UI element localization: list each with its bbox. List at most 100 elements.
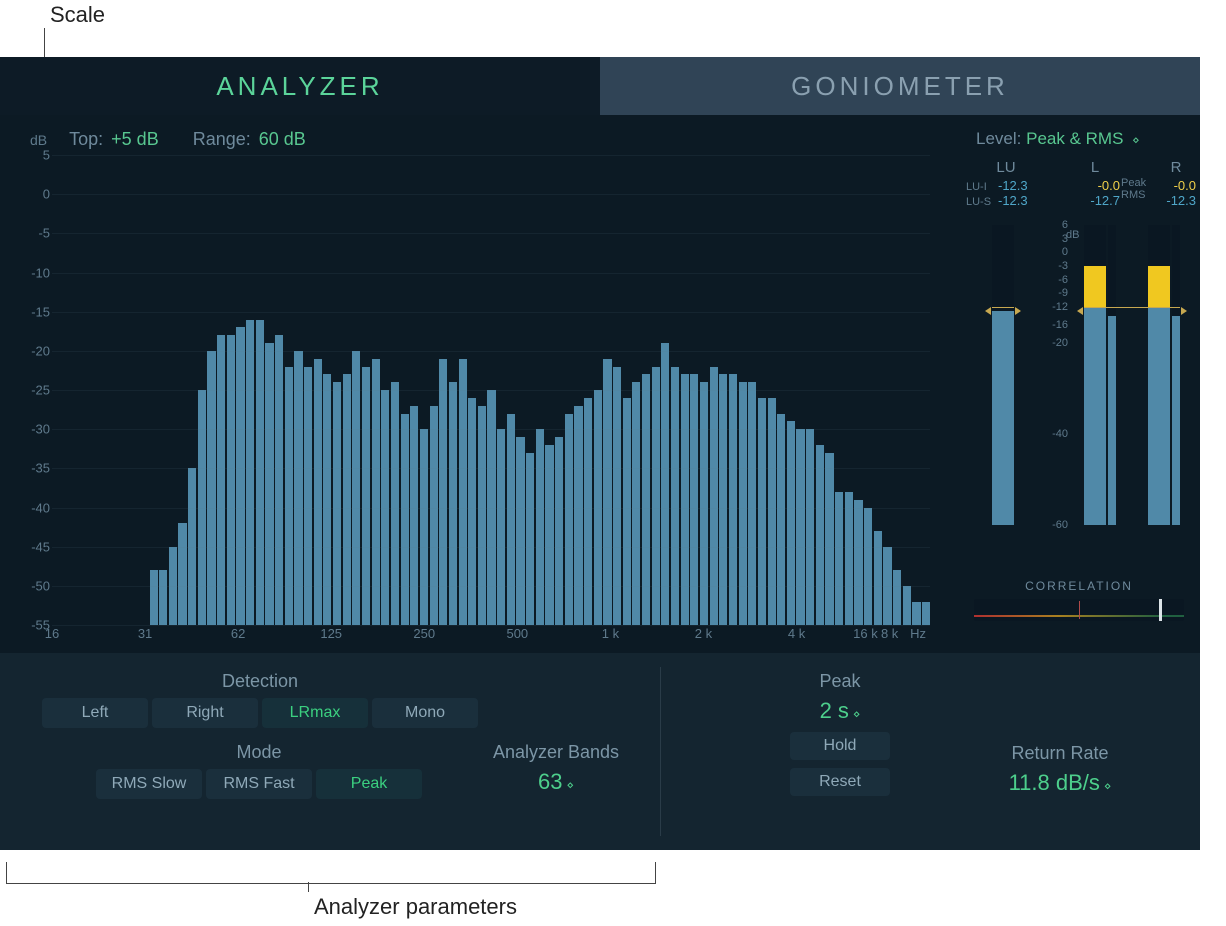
spectrum-bar — [526, 453, 534, 625]
spectrum-bar — [777, 414, 785, 626]
spectrum-bar — [903, 586, 911, 625]
spectrum-bar — [825, 453, 833, 625]
left-meter[interactable] — [1084, 225, 1106, 525]
mode-option-rms-slow[interactable]: RMS Slow — [96, 769, 202, 799]
y-tick: -5 — [2, 226, 50, 241]
mode-option-rms-fast[interactable]: RMS Fast — [206, 769, 312, 799]
db-unit-label: dB — [30, 132, 47, 148]
y-tick: 5 — [2, 148, 50, 163]
level-meters-area: Level: Peak & RMS ⋄ LU LU-I-12.3 LU-S-12… — [966, 115, 1200, 653]
spectrum-bar — [401, 414, 409, 626]
l-rms-value: -12.7 — [1070, 193, 1120, 208]
lm-tick: -12 — [1052, 301, 1068, 313]
range-label: Range: — [193, 129, 251, 150]
spectrum-bar — [236, 327, 244, 625]
lm-tick: -20 — [1052, 337, 1068, 349]
mode-segment: RMS SlowRMS FastPeak — [96, 769, 422, 799]
spectrum-bar — [893, 570, 901, 625]
bands-value[interactable]: 63⋄ — [462, 769, 650, 795]
spectrum-bar — [352, 351, 360, 625]
return-rate-value[interactable]: 11.8 dB/s⋄ — [960, 770, 1160, 796]
detection-segment: LeftRightLRmaxMono — [40, 698, 480, 728]
spectrum-bar — [758, 398, 766, 625]
level-value[interactable]: Peak & RMS — [1026, 129, 1123, 148]
spectrum-bar — [864, 508, 872, 626]
lm-tick: -9 — [1058, 287, 1068, 299]
lu-meter[interactable] — [992, 225, 1014, 525]
spectrum-bar — [246, 320, 254, 626]
updown-icon: ⋄ — [566, 778, 574, 792]
hz-label: Hz — [910, 626, 926, 641]
reset-button[interactable]: Reset — [790, 768, 890, 796]
right-meter-rms-fill — [1172, 316, 1180, 525]
detection-option-lrmax[interactable]: LRmax — [262, 698, 368, 728]
left-meter-rms[interactable] — [1108, 225, 1116, 525]
lu-i-label: LU-I — [966, 181, 992, 193]
spectrum-bar — [806, 429, 814, 625]
spectrum-bar — [739, 382, 747, 625]
analyzer-header: dB Top: +5 dB Range: 60 dB — [0, 115, 950, 155]
correlation-meter[interactable] — [974, 599, 1184, 621]
spectrum-bar — [874, 531, 882, 625]
lm-tick: 6 — [1062, 219, 1068, 231]
marker-triangle-right-icon — [1181, 307, 1187, 315]
analyzer-area: dB Top: +5 dB Range: 60 dB 50-5-10-15-20… — [0, 115, 950, 653]
spectrum-bar — [661, 343, 669, 625]
l-peak-value: -0.0 — [1070, 178, 1120, 193]
spectrum-bar — [768, 398, 776, 625]
spectrum-bar — [333, 382, 341, 625]
left-meter-fill — [1084, 307, 1106, 525]
y-tick: -55 — [2, 618, 50, 633]
params-left: Detection LeftRightLRmaxMono Mode RMS Sl… — [0, 653, 660, 850]
lm-tick: 3 — [1062, 233, 1068, 245]
correlation-block: CORRELATION — [966, 579, 1192, 633]
x-tick: 16 k — [853, 626, 878, 641]
annotation-scale: Scale — [50, 2, 105, 28]
spectrum-bar — [681, 374, 689, 625]
lu-s-value: -12.3 — [998, 193, 1028, 208]
lu-s-label: LU-S — [966, 196, 992, 208]
right-meter[interactable] — [1148, 225, 1170, 525]
lm-tick: -16 — [1052, 319, 1068, 331]
left-column: L -0.0 -12.7 — [1070, 159, 1120, 208]
y-tick: -45 — [2, 539, 50, 554]
spectrum-bar — [178, 523, 186, 625]
lu-header: LU — [966, 159, 1046, 176]
rms-row-label: RMS — [1121, 189, 1155, 201]
level-meters: dB 630-3-6-9-12-16-20-40-60 — [966, 225, 1200, 555]
x-tick: 250 — [413, 626, 435, 641]
multimeter-plugin: ANALYZER GONIOMETER dB Top: +5 dB Range:… — [0, 57, 1200, 850]
lu-meter-marker — [992, 307, 1014, 308]
detection-option-left[interactable]: Left — [42, 698, 148, 728]
right-meter-rms[interactable] — [1172, 225, 1180, 525]
spectrum-bar — [507, 414, 515, 626]
parameters-section: Detection LeftRightLRmaxMono Mode RMS Sl… — [0, 653, 1200, 850]
spectrum-bar — [787, 421, 795, 625]
annotation-params-tail — [308, 882, 309, 892]
mode-label: Mode — [96, 742, 422, 763]
y-scale[interactable]: 50-5-10-15-20-25-30-35-40-45-50-55 — [0, 155, 52, 625]
top-value[interactable]: +5 dB — [111, 129, 159, 150]
spectrum-plot[interactable] — [52, 155, 930, 625]
updown-icon[interactable]: ⋄ — [1132, 133, 1139, 147]
detection-option-mono[interactable]: Mono — [372, 698, 478, 728]
spectrum-bar — [430, 406, 438, 625]
spectrum-bar — [584, 398, 592, 625]
right-column: R -0.0 -12.3 — [1156, 159, 1196, 208]
mode-option-peak[interactable]: Peak — [316, 769, 422, 799]
range-value[interactable]: 60 dB — [259, 129, 306, 150]
detection-option-right[interactable]: Right — [152, 698, 258, 728]
tab-goniometer[interactable]: GONIOMETER — [600, 57, 1200, 115]
spectrum-bar — [748, 382, 756, 625]
spectrum-bar — [497, 429, 505, 625]
spectrum-area: 50-5-10-15-20-25-30-35-40-45-50-55 Hz 16… — [0, 155, 950, 653]
lm-tick: -3 — [1058, 260, 1068, 272]
peak-value[interactable]: 2 s⋄ — [750, 698, 930, 724]
lu-meter-fill — [992, 311, 1014, 525]
spectrum-bar — [845, 492, 853, 625]
hold-button[interactable]: Hold — [790, 732, 890, 760]
tab-analyzer[interactable]: ANALYZER — [0, 57, 600, 115]
right-meter-fill — [1148, 307, 1170, 525]
spectrum-bar — [835, 492, 843, 625]
lu-column: LU LU-I-12.3 LU-S-12.3 — [966, 159, 1046, 208]
